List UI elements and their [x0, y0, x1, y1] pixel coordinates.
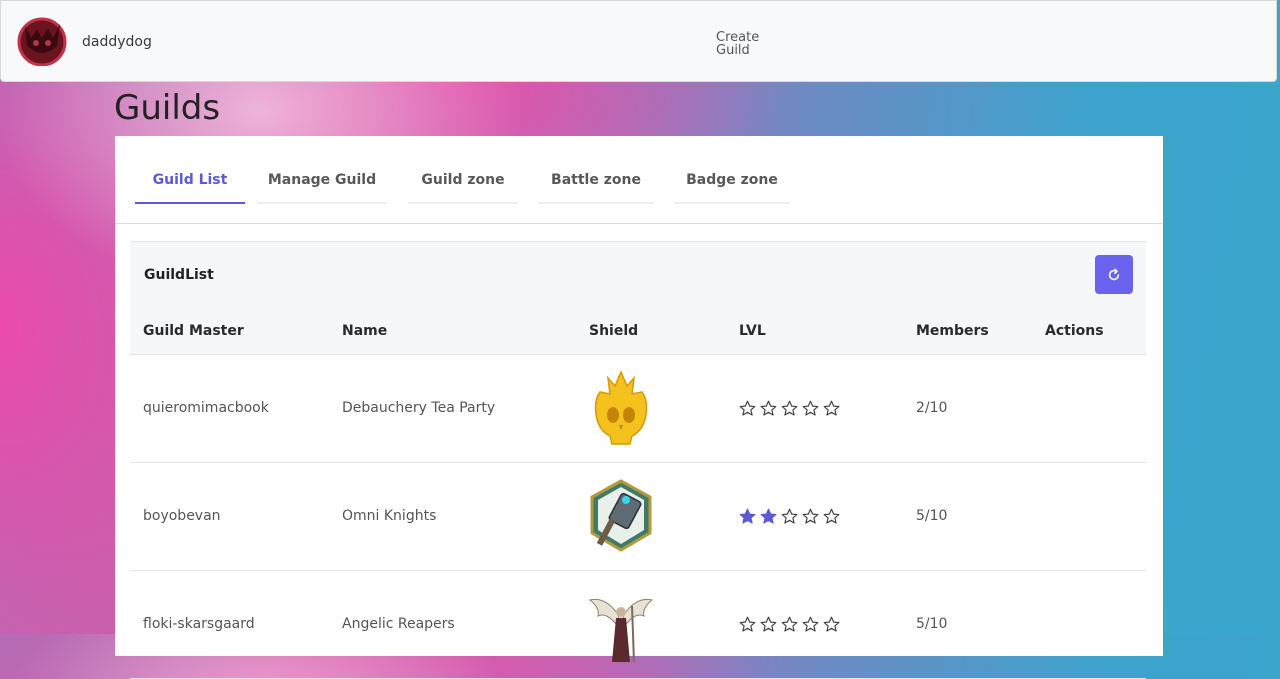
column-header-shield: Shield	[576, 308, 726, 355]
column-header-name: Name	[329, 308, 576, 355]
column-header-guild-master: Guild Master	[130, 308, 329, 355]
table-row: floki-skarsgaard Angelic Reapers 5/10	[130, 570, 1146, 679]
user-avatar[interactable]	[17, 16, 67, 66]
guilds-card: Guild List Manage Guild Guild zone Battl…	[115, 136, 1163, 679]
star-outline-icon	[781, 400, 798, 416]
page-title: Guilds	[114, 88, 221, 128]
table-row: boyobevan Omni Knights 5/10	[130, 462, 1146, 571]
star-outline-icon	[781, 508, 798, 524]
level-stars	[739, 616, 903, 633]
guild-members: 5/10	[903, 570, 1032, 679]
guild-name: Angelic Reapers	[329, 570, 576, 679]
guild-actions	[1032, 354, 1146, 463]
guild-master: floki-skarsgaard	[130, 570, 329, 679]
top-navbar: daddydog Create Guild	[0, 0, 1277, 82]
star-outline-icon	[739, 616, 756, 632]
column-header-actions: Actions	[1032, 308, 1146, 355]
guild-master: boyobevan	[130, 462, 329, 571]
level-stars	[739, 400, 903, 417]
tab-guild-zone[interactable]: Guild zone	[408, 172, 518, 204]
guild-members: 5/10	[903, 462, 1032, 571]
star-outline-icon	[802, 508, 819, 524]
column-header-members: Members	[903, 308, 1032, 355]
star-outline-icon	[802, 400, 819, 416]
hammer-hexagon-shield-icon	[590, 479, 652, 552]
star-outline-icon	[823, 616, 840, 632]
column-header-lvl: LVL	[726, 308, 903, 355]
refresh-icon	[1108, 268, 1120, 280]
create-guild-link[interactable]: Create Guild	[716, 31, 776, 57]
star-outline-icon	[823, 400, 840, 416]
golden-skull-shield-icon	[594, 370, 648, 445]
username[interactable]: daddydog	[82, 34, 152, 50]
star-outline-icon	[760, 400, 777, 416]
tab-badge-zone[interactable]: Badge zone	[674, 172, 790, 204]
winged-reaper-shield-icon	[588, 598, 654, 662]
table-row: quieromimacbook Debauchery Tea Party 2/1…	[130, 354, 1146, 463]
guild-master: quieromimacbook	[130, 354, 329, 463]
tabs-divider	[115, 223, 1163, 224]
guild-members: 2/10	[903, 354, 1032, 463]
table-header-row: Guild Master Name Shield LVL Members Act…	[130, 308, 1146, 355]
tab-guild-list[interactable]: Guild List	[135, 172, 245, 204]
star-outline-icon	[823, 508, 840, 524]
guild-table: Guild Master Name Shield LVL Members Act…	[130, 308, 1146, 679]
level-stars	[739, 508, 903, 525]
guild-list-header: GuildList	[130, 241, 1146, 308]
tab-bar: Guild List Manage Guild Guild zone Battl…	[135, 136, 1143, 224]
guild-actions	[1032, 462, 1146, 571]
tab-battle-zone[interactable]: Battle zone	[538, 172, 654, 204]
guild-actions	[1032, 570, 1146, 679]
refresh-button[interactable]	[1095, 255, 1133, 294]
star-outline-icon	[781, 616, 798, 632]
star-outline-icon	[739, 400, 756, 416]
star-outline-icon	[802, 616, 819, 632]
star-outline-icon	[760, 616, 777, 632]
panel-title: GuildList	[144, 267, 214, 283]
star-filled-icon	[760, 508, 777, 524]
guild-name: Debauchery Tea Party	[329, 354, 576, 463]
star-filled-icon	[739, 508, 756, 524]
guild-name: Omni Knights	[329, 462, 576, 571]
tab-manage-guild[interactable]: Manage Guild	[257, 172, 387, 204]
